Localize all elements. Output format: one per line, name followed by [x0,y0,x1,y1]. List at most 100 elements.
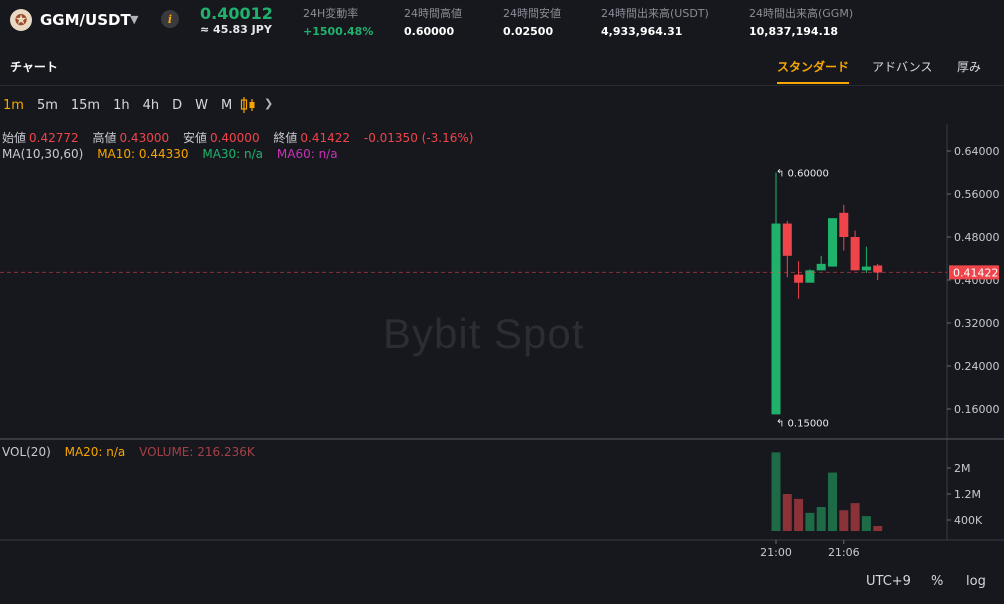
price-tick-label: 0.40000 [954,274,1000,287]
volume-bars [771,452,883,531]
volume-bar [861,516,871,531]
caret-down-icon[interactable]: ▼ [130,13,138,26]
candle-body [839,212,849,237]
candle-body [782,223,792,256]
volume-tick-label: 2M [954,462,971,475]
price-tick-label: 0.16000 [954,403,1000,416]
change-value: -0.01350 (-3.16%) [363,131,474,145]
high-label: 高値 [92,131,117,145]
low-marker-label: ↰ 0.15000 [776,418,829,429]
active-tab-indicator [777,82,849,84]
interval-w[interactable]: W [195,98,208,113]
volume-bar [771,452,781,531]
last-price: 0.40012 [200,4,273,23]
interval-4h[interactable]: 4h [143,98,160,113]
candlestick-type-icon[interactable] [239,96,257,114]
tab-depth[interactable]: 厚み [957,58,981,75]
tab-advanced[interactable]: アドバンス [872,58,932,75]
stat-value: 4,933,964.31 [601,25,683,38]
price-chart[interactable]: 0.64000 0.56000 0.48000 0.40000 0.32000 0.240… [0,0,1004,604]
ggm-coin-icon: ✪ [10,9,32,31]
stat-volume-ggm: 24時間出来高(GGM) 10,837,194.18 [749,5,853,38]
volume-bar [782,494,792,531]
volume-value: VOLUME: 216.236K [139,445,255,459]
stat-value: 0.60000 [404,25,455,38]
ma-label[interactable]: MA(10,30,60) [2,147,83,161]
volume-legend: VOL(20) MA20: n/a VOLUME: 216.236K [2,445,265,459]
volume-bar [805,512,815,531]
stat-label: 24時間高値 [404,7,462,20]
current-price-badge [949,265,999,280]
fiat-price: ≈ 45.83 JPY [200,23,272,36]
low-label: 安値 [182,131,207,145]
interval-m[interactable]: M [221,98,232,113]
ma30-value: MA30: n/a [202,147,264,161]
candle-body [850,237,860,271]
volume-bar [828,472,837,531]
percent-scale-button[interactable]: % [931,574,943,589]
candle-body [816,263,826,271]
stat-value: +1500.48% [303,25,374,38]
open-label: 始値 [2,131,27,145]
candle-body [805,270,815,283]
stat-label: 24時間出来高(GGM) [749,7,854,20]
ohlc-legend: 始値 0.42772 高値 0.43000 安値 0.40000 終値 0.41422 … [2,129,483,146]
info-icon[interactable]: i [161,10,179,28]
close-label: 終値 [273,131,298,145]
vol-label[interactable]: VOL(20) [2,445,51,459]
candle-body [861,266,871,271]
interval-selector: 1m 5m 15m 1h 4h D W M [0,92,245,118]
current-price-line: 0.41422 [0,265,999,280]
open-value: 0.42772 [29,131,79,145]
tab-standard[interactable]: スタンダード [777,58,849,75]
price-tick-label: 0.32000 [954,317,1000,330]
price-tick-label: 0.56000 [954,188,1000,201]
close-value: 0.41422 [300,131,351,145]
stat-label: 24時間出来高(USDT) [601,7,709,20]
watermark: Bybit Spot [383,310,585,357]
volume-axis-ticks: 2M 1.2M 400K [947,462,983,527]
candle-body [873,265,883,273]
candle-body [771,223,781,415]
time-tick-label: 21:06 [828,546,860,559]
interval-1h[interactable]: 1h [113,98,130,113]
timezone-button[interactable]: UTC+9 [866,574,911,589]
vol-ma20-value: MA20: n/a [64,445,126,459]
price-tick-label: 0.48000 [954,231,1000,244]
high-marker-label: ↰ 0.60000 [776,169,829,180]
volume-bar [816,507,826,531]
interval-5m[interactable]: 5m [37,98,58,113]
stat-label: 24時間安値 [503,7,561,20]
stat-value: 0.02500 [503,25,554,38]
volume-bar [794,498,804,531]
ma-legend: MA(10,30,60) MA10: 0.44330 MA30: n/a MA6… [2,147,348,161]
price-tick-label: 0.64000 [954,145,1000,158]
high-value: 0.43000 [119,131,170,145]
stat-volume-usdt: 24時間出来高(USDT) 4,933,964.31 [601,5,709,38]
candles [771,172,883,415]
log-scale-button[interactable]: log [966,574,986,589]
time-tick-label: 21:00 [760,546,792,559]
volume-bar [839,510,849,531]
ma60-value: MA60: n/a [276,147,338,161]
stat-change: 24H変動率 +1500.48% [303,5,373,38]
interval-1m[interactable]: 1m [3,98,24,113]
candle-body [794,274,804,283]
interval-d[interactable]: D [172,98,182,113]
tab-chart[interactable]: チャート [10,58,58,75]
time-axis-ticks: 21:00 21:06 [760,540,860,559]
chevron-down-icon[interactable]: ❯ [264,97,273,110]
price-tick-label: 0.24000 [954,360,1000,373]
volume-bar [873,525,883,531]
stat-high: 24時間高値 0.60000 [404,5,462,38]
high-low-markers: ↰ 0.60000 ↰ 0.15000 [776,169,829,430]
stat-label: 24H変動率 [303,7,359,20]
candle-body [828,218,837,267]
trading-pair[interactable]: GGM/USDT [40,11,131,29]
current-price-label: 0.41422 [953,266,999,279]
low-value: 0.40000 [209,131,260,145]
stat-value: 10,837,194.18 [749,25,839,38]
volume-bar [850,503,860,531]
interval-15m[interactable]: 15m [71,98,100,113]
volume-tick-label: 1.2M [954,488,981,501]
